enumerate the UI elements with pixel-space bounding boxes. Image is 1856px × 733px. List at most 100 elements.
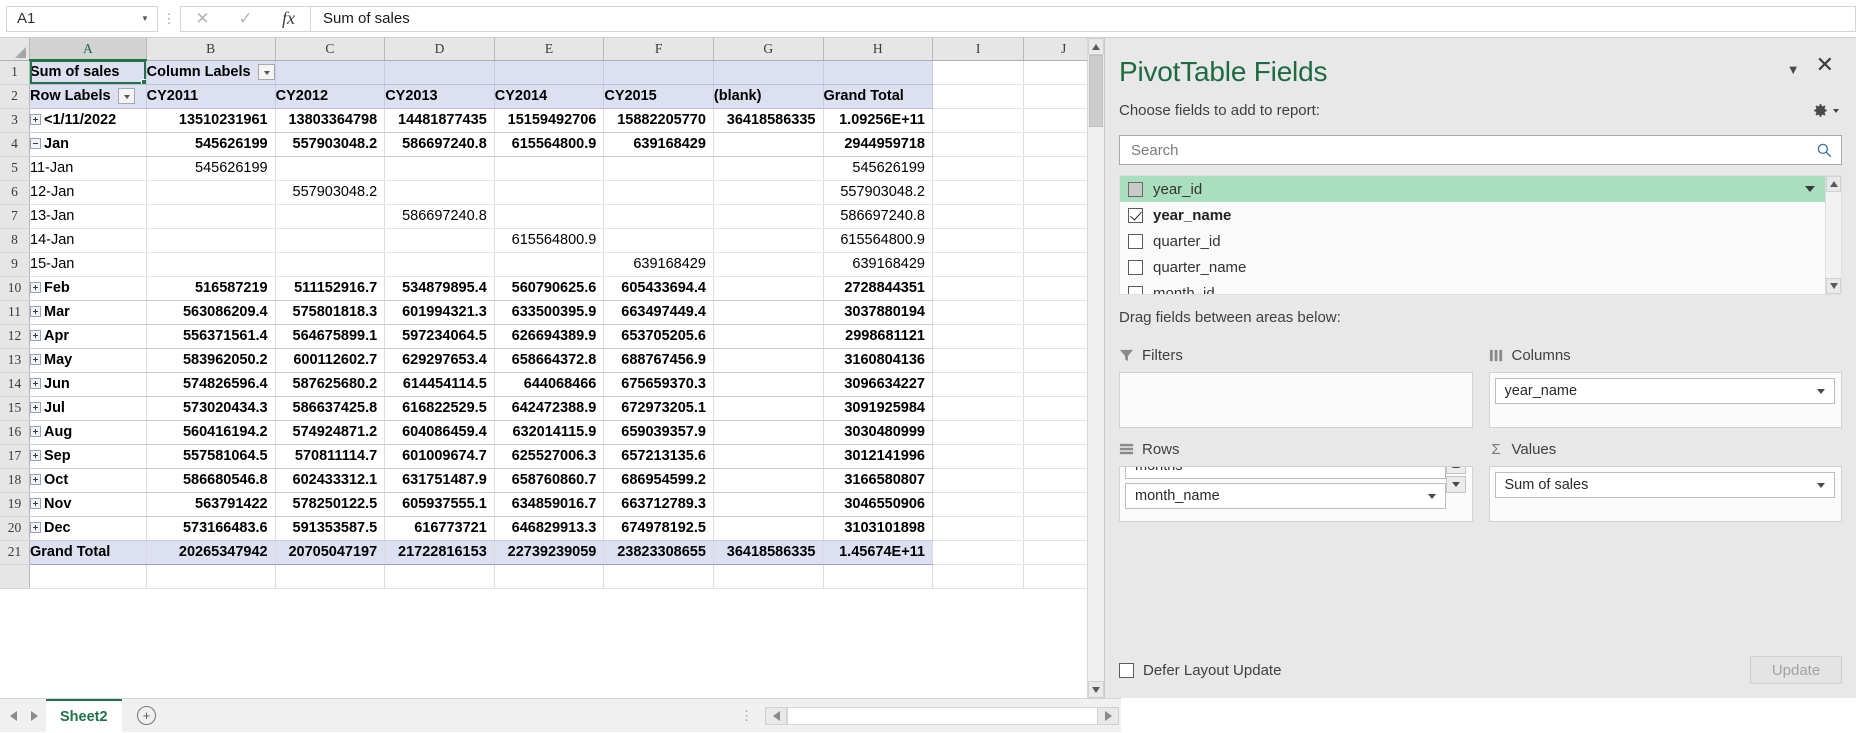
- cell-f17[interactable]: 657213135.6: [603, 444, 714, 469]
- cell-c3[interactable]: 13803364798: [275, 108, 386, 133]
- cell-i3[interactable]: [932, 108, 1025, 133]
- cell-i7[interactable]: [932, 204, 1025, 229]
- cell-b10[interactable]: 516587219: [146, 276, 276, 301]
- cell-i21[interactable]: [932, 540, 1025, 565]
- cell-i22[interactable]: [932, 564, 1025, 589]
- cell-d22[interactable]: [384, 564, 495, 589]
- rows-field-pill-1[interactable]: months: [1125, 467, 1446, 479]
- insert-function-icon[interactable]: fx: [267, 7, 310, 31]
- close-icon[interactable]: ✕: [1808, 54, 1842, 76]
- cell-c1[interactable]: [275, 60, 386, 85]
- cell-g10[interactable]: [713, 276, 824, 301]
- cell-a15[interactable]: Jul: [29, 396, 147, 421]
- cell-g16[interactable]: [713, 420, 824, 445]
- cell-f12[interactable]: 653705205.6: [603, 324, 714, 349]
- cell-c8[interactable]: [275, 228, 386, 253]
- select-all-corner[interactable]: [0, 38, 30, 61]
- checkbox-quarter_name[interactable]: [1128, 259, 1143, 275]
- cell-c21[interactable]: 20705047197: [275, 539, 386, 565]
- checkbox-year_id[interactable]: [1128, 181, 1143, 197]
- column-header-d[interactable]: D: [384, 38, 495, 61]
- cell-a10[interactable]: Feb: [29, 276, 147, 301]
- cell-f6[interactable]: [603, 180, 714, 205]
- expand-icon[interactable]: [30, 378, 41, 390]
- cell-b21[interactable]: 20265347942: [146, 539, 276, 565]
- cell-h11[interactable]: 3037880194: [823, 300, 933, 325]
- row-header-5[interactable]: 5: [0, 156, 30, 181]
- row-header-16[interactable]: 16: [0, 420, 30, 445]
- search-icon[interactable]: [1815, 141, 1833, 159]
- cell-h6[interactable]: 557903048.2: [823, 180, 933, 205]
- cell-i1[interactable]: [932, 60, 1025, 85]
- cell-e21[interactable]: 22739239059: [494, 539, 605, 565]
- cell-h20[interactable]: 3103101898: [823, 516, 933, 541]
- cell-b1[interactable]: Column Labels: [146, 60, 276, 85]
- cell-a14[interactable]: Jun: [29, 372, 147, 397]
- cell-d9[interactable]: [384, 252, 495, 277]
- scroll-track[interactable]: [1088, 55, 1104, 681]
- cell-b6[interactable]: [146, 180, 276, 205]
- cell-g11[interactable]: [713, 300, 824, 325]
- cell-g2[interactable]: (blank): [713, 84, 824, 109]
- cell-g12[interactable]: [713, 324, 824, 349]
- cell-c10[interactable]: 511152916.7: [275, 276, 386, 301]
- column-header-b[interactable]: B: [146, 38, 276, 61]
- cell-g9[interactable]: [713, 252, 824, 277]
- cell-h3[interactable]: 1.09256E+11: [823, 108, 933, 133]
- cell-i19[interactable]: [932, 492, 1025, 517]
- defer-layout-update-row[interactable]: Defer Layout Update: [1119, 662, 1750, 679]
- column-header-c[interactable]: C: [275, 38, 386, 61]
- cell-i8[interactable]: [932, 228, 1025, 253]
- cell-d11[interactable]: 601994321.3: [384, 300, 495, 325]
- cell-b11[interactable]: 563086209.4: [146, 300, 276, 325]
- cell-a5[interactable]: 11-Jan: [29, 156, 147, 181]
- cell-e1[interactable]: [494, 60, 605, 85]
- cell-h13[interactable]: 3160804136: [823, 348, 933, 373]
- rows-scroll-down-button[interactable]: [1445, 476, 1466, 493]
- row-labels-filter-icon[interactable]: [117, 88, 135, 105]
- chevron-down-icon[interactable]: ▼: [1779, 56, 1808, 77]
- cell-e19[interactable]: 634859016.7: [494, 492, 605, 517]
- cell-b18[interactable]: 586680546.8: [146, 468, 276, 493]
- cell-f8[interactable]: [603, 228, 714, 253]
- cell-c17[interactable]: 570811114.7: [275, 444, 386, 469]
- cell-f4[interactable]: 639168429: [603, 132, 714, 157]
- field-item-quarter_name[interactable]: quarter_name: [1120, 254, 1841, 280]
- cell-d1[interactable]: [384, 60, 495, 85]
- cell-d8[interactable]: [384, 228, 495, 253]
- cell-d6[interactable]: [384, 180, 495, 205]
- hscroll-right-button[interactable]: [1097, 706, 1119, 725]
- row-header-3[interactable]: 3: [0, 108, 30, 133]
- chevron-down-icon[interactable]: [1421, 484, 1443, 508]
- cell-g21[interactable]: 36418586335: [713, 539, 824, 565]
- cell-c6[interactable]: 557903048.2: [275, 180, 386, 205]
- cell-h19[interactable]: 3046550906: [823, 492, 933, 517]
- cell-e12[interactable]: 626694389.9: [494, 324, 605, 349]
- cell-a20[interactable]: Dec: [29, 516, 147, 541]
- row-header-15[interactable]: 15: [0, 396, 30, 421]
- column-labels-filter-icon[interactable]: [257, 64, 275, 81]
- cell-b4[interactable]: 545626199: [146, 132, 276, 157]
- field-item-month_id[interactable]: month_id: [1120, 280, 1841, 294]
- column-header-g[interactable]: G: [713, 38, 824, 61]
- cell-i11[interactable]: [932, 300, 1025, 325]
- cell-d3[interactable]: 14481877435: [384, 108, 495, 133]
- cell-a7[interactable]: 13-Jan: [29, 204, 147, 229]
- cell-a13[interactable]: May: [29, 348, 147, 373]
- checkbox-year_name[interactable]: [1128, 207, 1143, 223]
- cell-d18[interactable]: 631751487.9: [384, 468, 495, 493]
- field-list-scrollbar[interactable]: [1825, 176, 1841, 294]
- scroll-grip[interactable]: ⋮: [728, 709, 765, 722]
- rows-scroll-up-button[interactable]: [1445, 467, 1466, 474]
- cell-f3[interactable]: 15882205770: [603, 108, 714, 133]
- cell-c2[interactable]: CY2012: [275, 84, 386, 109]
- update-button[interactable]: Update: [1750, 656, 1842, 684]
- cell-b5[interactable]: 545626199: [146, 156, 276, 181]
- cell-i17[interactable]: [932, 444, 1025, 469]
- cell-c15[interactable]: 586637425.8: [275, 396, 386, 421]
- cell-c20[interactable]: 591353587.5: [275, 516, 386, 541]
- cell-g8[interactable]: [713, 228, 824, 253]
- row-header-10[interactable]: 10: [0, 276, 30, 301]
- cell-a17[interactable]: Sep: [29, 444, 147, 469]
- cell-a3[interactable]: <1/11/2022: [29, 108, 147, 133]
